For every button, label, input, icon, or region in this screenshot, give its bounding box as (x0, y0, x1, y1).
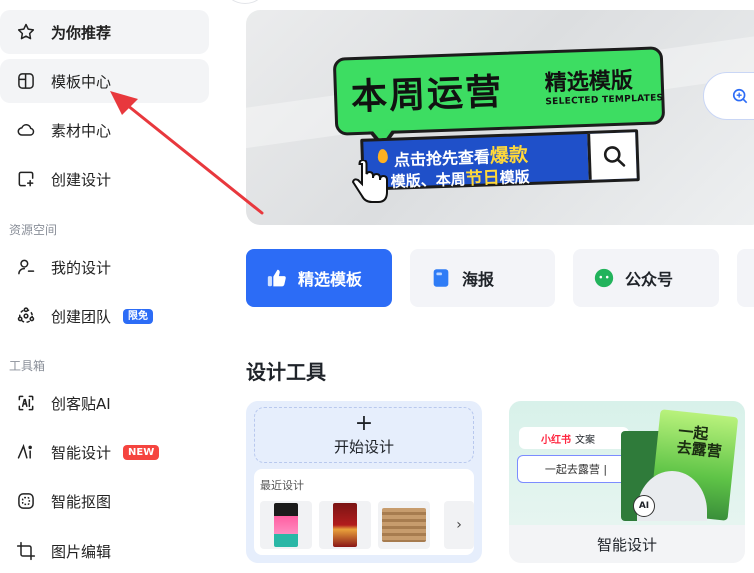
thumb-image (274, 503, 298, 547)
tab-label: 精选模板 (298, 270, 363, 289)
section-label-resources: 资源空间 (9, 223, 58, 237)
top-avatar-edge (225, 0, 265, 4)
sidebar-item-label: 智能抠图 (51, 492, 112, 511)
tab-more-partial[interactable] (737, 249, 754, 307)
recent-design-thumb[interactable] (260, 501, 312, 549)
tab-poster[interactable]: 海报 (410, 249, 555, 307)
banner-cta-line2: 模版、本周节日模版 (390, 162, 530, 192)
smart-design-card[interactable]: 小红书 文案 一起去露营 | 一起 去露营 AI 智能设计 (509, 401, 745, 563)
start-design-label: 开始设计 (333, 437, 394, 456)
star-icon (15, 21, 37, 43)
sidebar-item-my-designs[interactable]: 我的设计 (0, 245, 209, 289)
sidebar-item-label: 素材中心 (51, 121, 112, 140)
plus-icon: + (354, 410, 374, 436)
sidebar-item-image-edit[interactable]: 图片编辑 (0, 529, 209, 573)
sidebar-item-chuangkit-ai[interactable]: 创客贴AI (0, 381, 209, 425)
free-badge: 限免 (123, 308, 154, 324)
banner-cta-card[interactable]: 点击抢先查看爆款 模版、本周节日模版 (360, 129, 640, 191)
start-design-card: + 开始设计 最近设计 › (246, 401, 482, 563)
smart-design-illustration: 小红书 文案 一起去露营 | 一起 去露营 AI (509, 401, 745, 525)
cta-line2-suffix: 模版 (499, 167, 530, 188)
magic-search-icon (732, 88, 748, 104)
thumb-image (333, 503, 357, 547)
banner-title-card: 本周运营 精选模版 SELECTED TEMPLATES (332, 46, 666, 150)
wechat-icon (593, 267, 615, 289)
sidebar-item-create-design[interactable]: 创建设计 (0, 157, 209, 201)
add-design-icon (15, 168, 37, 190)
sidebar-item-label: 创建团队 (51, 307, 112, 326)
sidebar-item-label: 创建设计 (51, 170, 112, 189)
tab-label: 公众号 (625, 270, 674, 289)
recent-design-thumb[interactable] (319, 501, 371, 549)
section-label-toolbox: 工具箱 (9, 359, 46, 373)
banner-subtitle: 精选模版 (544, 68, 634, 97)
xhs-prompt-pill: 小红书 文案 (519, 427, 629, 449)
ai-design-icon (15, 441, 37, 463)
tab-wechat-official[interactable]: 公众号 (573, 249, 719, 307)
search-icon (587, 132, 637, 180)
team-icon (15, 305, 37, 327)
chevron-right-icon: › (456, 517, 462, 533)
sidebar-item-material-center[interactable]: 素材中心 (0, 108, 209, 152)
sidebar: 为你推荐 模板中心 素材中心 创建设计 资源空间 我的设计 创建团队 限免 工具… (0, 0, 218, 573)
sidebar-item-smart-design[interactable]: 智能设计 NEW (0, 430, 209, 474)
start-design-button[interactable]: + 开始设计 (254, 407, 474, 463)
xhs-brand: 小红书 (541, 434, 571, 446)
recent-designs-label: 最近设计 (260, 479, 304, 492)
poster-title: 一起 去露营 (675, 422, 723, 461)
recent-designs: 最近设计 › (254, 469, 474, 555)
poster-icon (430, 267, 452, 289)
thumbs-up-icon (266, 267, 288, 289)
sidebar-item-smart-cutout[interactable]: 智能抠图 (0, 479, 209, 523)
cta-line2-text: 模版、本周 (390, 170, 466, 191)
template-icon (15, 70, 37, 92)
sidebar-item-template-center[interactable]: 模板中心 (0, 59, 209, 103)
xhs-suffix: 文案 (575, 434, 595, 446)
new-badge: NEW (123, 444, 160, 460)
cutout-icon (15, 490, 37, 512)
sidebar-item-create-team[interactable]: 创建团队 限免 (0, 294, 209, 338)
recent-more-button[interactable]: › (444, 501, 474, 549)
pointer-hand-icon (351, 160, 388, 203)
sidebar-item-recommend[interactable]: 为你推荐 (0, 10, 209, 54)
sidebar-item-label: 我的设计 (51, 258, 112, 277)
recent-design-thumb[interactable] (378, 501, 430, 549)
cta-line2-highlight: 节日 (465, 168, 500, 190)
tab-label: 海报 (462, 270, 495, 289)
promo-banner[interactable]: 本周运营 精选模版 SELECTED TEMPLATES 点击抢先查看爆款 模版… (246, 10, 754, 225)
thumb-image (382, 508, 426, 542)
ai-prompt-input: 一起去露营 | (517, 455, 635, 483)
ai-search-pill[interactable] (703, 72, 754, 120)
crop-icon (15, 540, 37, 562)
sidebar-item-label: 智能设计 (51, 443, 112, 462)
section-title-design-tools: 设计工具 (246, 360, 326, 384)
sidebar-item-label: 为你推荐 (51, 23, 112, 42)
ai-scan-icon (15, 392, 37, 414)
banner-title: 本周运营 (350, 71, 504, 119)
sidebar-item-label: 图片编辑 (51, 542, 112, 561)
sidebar-item-label: 模板中心 (51, 72, 112, 91)
cloud-icon (15, 119, 37, 141)
user-icon (15, 256, 37, 278)
tab-featured-templates[interactable]: 精选模板 (246, 249, 392, 307)
sidebar-item-label: 创客贴AI (51, 394, 111, 413)
smart-design-caption: 智能设计 (596, 536, 657, 554)
ai-badge-icon: AI (633, 495, 655, 517)
